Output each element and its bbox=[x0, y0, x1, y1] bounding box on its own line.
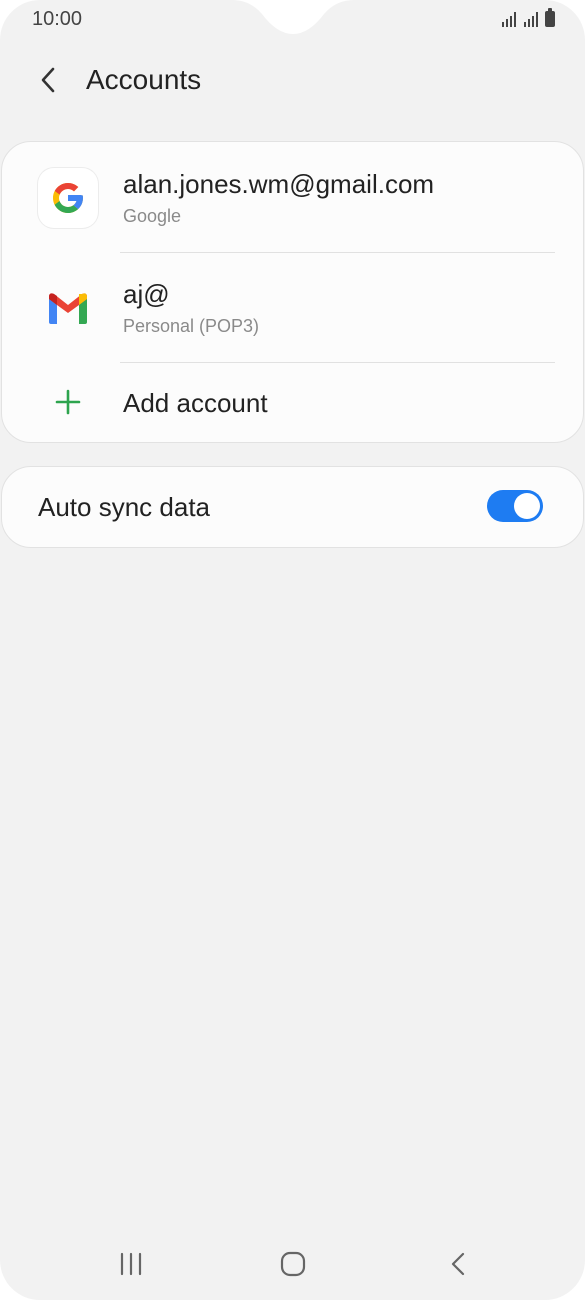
add-account-button[interactable]: Add account bbox=[2, 362, 583, 442]
nav-back-button[interactable] bbox=[428, 1244, 488, 1284]
account-item-google[interactable]: alan.jones.wm@gmail.com Google bbox=[2, 142, 583, 252]
page-title: Accounts bbox=[86, 64, 202, 95]
plus-icon bbox=[55, 389, 81, 415]
status-bar: 10:00 bbox=[0, 0, 585, 40]
accounts-card: alan.jones.wm@gmail.com Google aj@ Perso… bbox=[1, 141, 584, 443]
account-email: alan.jones.wm@gmail.com bbox=[123, 169, 435, 199]
auto-sync-card: Auto sync data bbox=[1, 466, 584, 548]
signal-icon bbox=[502, 12, 516, 27]
account-item-pop3[interactable]: aj@ Personal (POP3) bbox=[2, 252, 583, 362]
chevron-left-icon bbox=[41, 67, 55, 93]
camera-notch bbox=[0, 0, 585, 34]
account-type: Google bbox=[123, 206, 182, 226]
add-account-label: Add account bbox=[123, 388, 268, 418]
home-button[interactable] bbox=[263, 1244, 323, 1284]
google-icon bbox=[38, 168, 98, 228]
signal-icon-2 bbox=[524, 12, 538, 27]
status-icons bbox=[501, 8, 555, 27]
battery-icon bbox=[545, 8, 555, 27]
toggle-knob bbox=[514, 493, 540, 519]
recent-apps-button[interactable] bbox=[101, 1244, 161, 1284]
back-icon bbox=[451, 1252, 465, 1276]
auto-sync-label: Auto sync data bbox=[38, 492, 210, 522]
recent-apps-icon bbox=[120, 1252, 142, 1276]
auto-sync-toggle[interactable] bbox=[487, 490, 543, 522]
account-type: Personal (POP3) bbox=[123, 316, 260, 336]
gmail-icon bbox=[38, 278, 98, 338]
navigation-bar bbox=[0, 1230, 585, 1300]
app-header: Accounts bbox=[0, 50, 585, 110]
account-email: aj@ bbox=[123, 279, 170, 309]
back-button[interactable] bbox=[28, 60, 68, 100]
home-icon bbox=[280, 1251, 306, 1277]
phone-screen: 10:00 Accounts alan.jones.wm@gmail.com G… bbox=[0, 0, 585, 1300]
